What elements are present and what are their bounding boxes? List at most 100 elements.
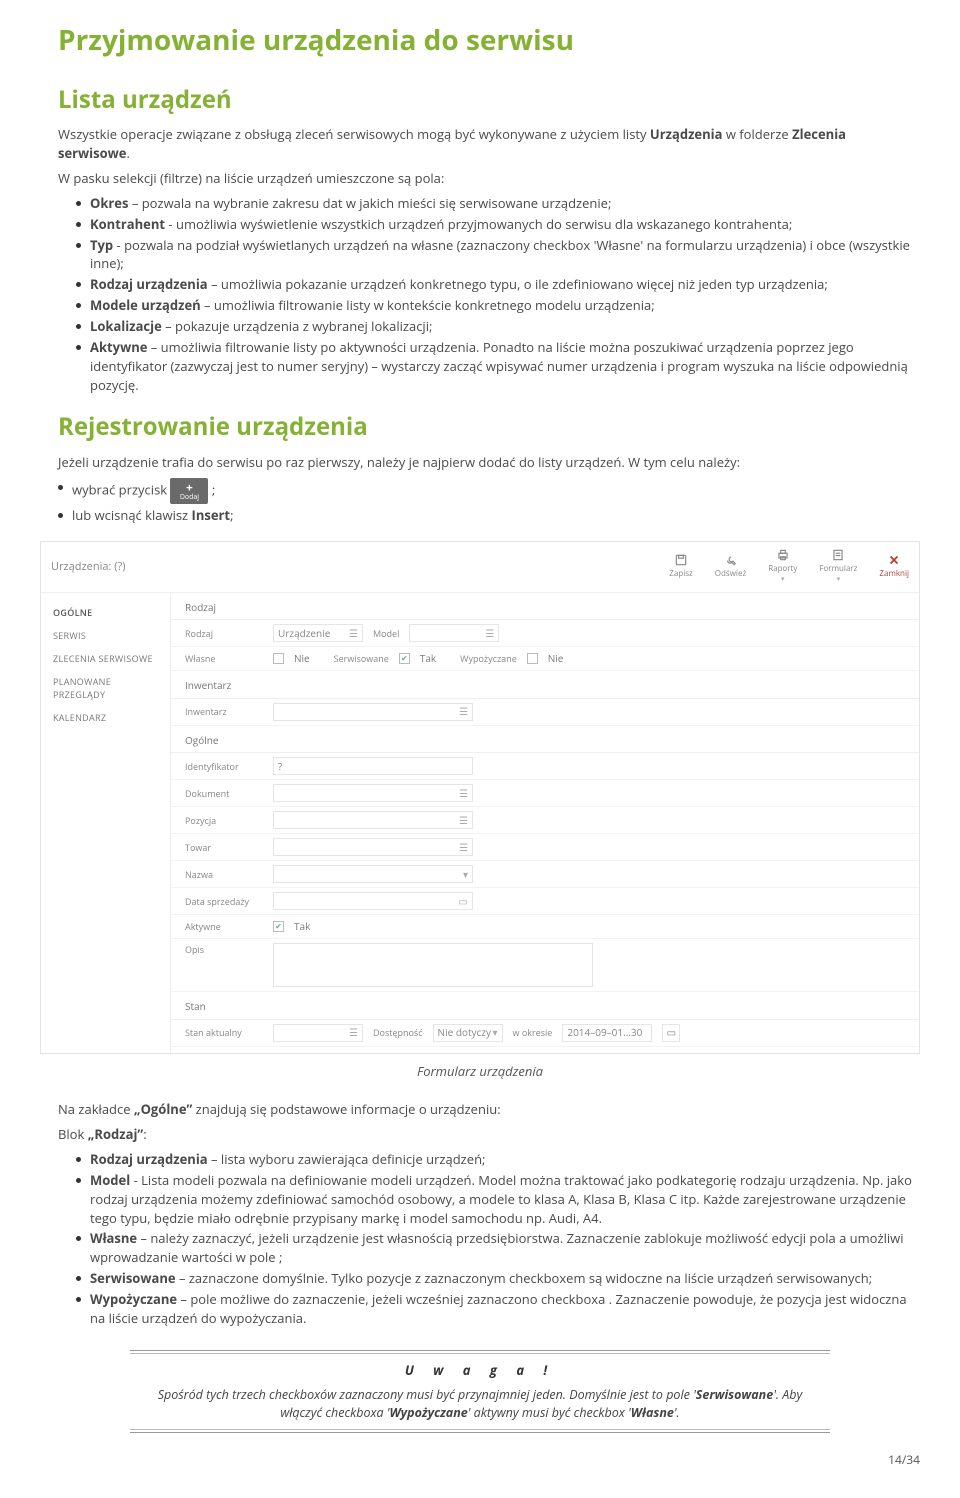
section3-list: Rodzaj urządzenia – lista wyboru zawiera…	[58, 1150, 920, 1328]
list-item: Serwisowane – zaznaczone domyślnie. Tylk…	[76, 1269, 920, 1288]
warning-title: U w a g a !	[130, 1361, 830, 1380]
list-item: Modele urządzeń – umożliwia filtrowanie …	[76, 296, 920, 315]
group-stan-title: Stan	[171, 992, 919, 1020]
label-dokument: Dokument	[185, 787, 263, 800]
sidebar-item-przeglady[interactable]: PLANOWANE PRZEGLĄDY	[41, 670, 170, 706]
list-item: Aktywne – umożliwia filtrowanie listy po…	[76, 338, 920, 395]
section2-list: wybrać przycisk + Dodaj ; lub wcisnąć kl…	[40, 478, 920, 525]
serwisowane-checkbox[interactable]: ✔	[399, 653, 410, 664]
lists-button[interactable]: Formularz ▾	[819, 548, 857, 586]
model-input[interactable]: ☰	[409, 624, 499, 642]
close-icon	[886, 553, 902, 567]
section2-lead: Jeżeli urządzenie trafia do serwisu po r…	[58, 453, 920, 472]
group-inwentarz-title: Inwentarz	[171, 671, 919, 699]
chevron-down-icon: ▾	[493, 1025, 498, 1040]
label-wlasne: Własne	[185, 652, 263, 665]
section1-list: Okres – pozwala na wybranie zakresu dat …	[58, 194, 920, 394]
towar-input[interactable]: ☰	[273, 838, 473, 856]
sidebar-item-zlecenia[interactable]: ZLECENIA SERWISOWE	[41, 647, 170, 670]
pozycja-input[interactable]: ☰	[273, 811, 473, 829]
data-input[interactable]: ▭	[273, 892, 473, 910]
plus-icon: +	[186, 482, 193, 494]
section1-intro: Wszystkie operacje związane z obsługą zl…	[58, 125, 920, 163]
chevron-down-icon: ▾	[781, 575, 785, 585]
list-item: lub wcisnąć klawisz Insert;	[58, 506, 920, 525]
list-item: Model - Lista modeli pozwala na definiow…	[76, 1171, 920, 1228]
section-rejestr-title: Rejestrowanie urządzenia	[58, 410, 920, 445]
page-title: Przyjmowanie urządzenia do serwisu	[58, 20, 920, 61]
dokument-input[interactable]: ☰	[273, 784, 473, 802]
close-button[interactable]: Zamknij	[879, 553, 909, 580]
sidebar-item-ogolne[interactable]: OGÓLNE	[41, 601, 170, 624]
label-okres: w okresie	[513, 1026, 553, 1039]
label-opis: Opis	[185, 943, 263, 956]
form-icon	[830, 548, 846, 562]
section-lista-title: Lista urządzeń	[58, 83, 920, 118]
chevron-down-icon: ▾	[837, 575, 841, 585]
chevron-down-icon: ▾	[463, 867, 468, 882]
sidebar-item-kalendarz[interactable]: KALENDARZ	[41, 706, 170, 729]
form-caption: Formularz urządzenia	[40, 1062, 920, 1081]
aktywne-checkbox[interactable]: ✔	[273, 921, 284, 932]
list-icon: ☰	[485, 626, 494, 641]
list-item: Lokalizacje – pokazuje urządzenia z wybr…	[76, 317, 920, 336]
opis-textarea[interactable]	[273, 943, 593, 987]
warning-body: Spośród tych trzech checkboxów zaznaczon…	[130, 1386, 830, 1422]
label-data-sprz: Data sprzedaży	[185, 895, 263, 908]
dostepnosc-select[interactable]: Nie dotyczy▾	[433, 1024, 503, 1042]
form-sidebar: OGÓLNE SERWIS ZLECENIA SERWISOWE PLANOWA…	[41, 593, 171, 1053]
label-wypozyczane: Wypożyczane	[460, 652, 517, 665]
form-main: Rodzaj Rodzaj Urządzenie☰ Model ☰ Własne…	[171, 593, 919, 1053]
ident-input[interactable]: ?	[273, 757, 473, 775]
section1-lead2: W pasku selekcji (filtrze) na liście urz…	[58, 169, 920, 188]
label-pozycja: Pozycja	[185, 814, 263, 827]
form-toolbar: Zapisz Odśwież Raporty ▾ Formularz ▾ Zam…	[669, 548, 909, 586]
label-stan: Stan aktualny	[185, 1026, 263, 1039]
add-button[interactable]: + Dodaj	[170, 478, 208, 504]
nazwa-input[interactable]: ▾	[273, 865, 473, 883]
label-ident: Identyfikator	[185, 760, 263, 773]
group-ogolne-title: Ogólne	[171, 726, 919, 754]
wrench-icon	[722, 553, 738, 567]
section3-lead2: Blok „Rodzaj”:	[58, 1125, 920, 1144]
stan-input[interactable]: ☰	[273, 1024, 363, 1042]
label-serwisowane: Serwisowane	[334, 652, 389, 665]
wlasne-checkbox[interactable]	[273, 653, 284, 664]
section3-lead: Na zakładce „Ogólne” znajdują się podsta…	[58, 1100, 920, 1119]
reports-button[interactable]: Raporty ▾	[768, 548, 797, 586]
list-item: Okres – pozwala na wybranie zakresu dat …	[76, 194, 920, 213]
form-header: Urządzenia: (?) Zapisz Odśwież Raporty ▾…	[41, 542, 919, 593]
label-towar: Towar	[185, 841, 263, 854]
list-item: Rodzaj urządzenia – lista wyboru zawiera…	[76, 1150, 920, 1169]
printer-icon	[775, 548, 791, 562]
list-item: wybrać przycisk + Dodaj ;	[58, 478, 920, 504]
list-item: Własne – należy zaznaczyć, jeżeli urządz…	[76, 1229, 920, 1267]
sidebar-item-serwis[interactable]: SERWIS	[41, 624, 170, 647]
device-form: Urządzenia: (?) Zapisz Odśwież Raporty ▾…	[40, 541, 920, 1054]
inwentarz-input[interactable]: ☰	[273, 703, 473, 721]
list-icon: ☰	[459, 813, 468, 828]
group-rodzaj-title: Rodzaj	[171, 593, 919, 621]
rodzaj-input[interactable]: Urządzenie☰	[273, 624, 363, 642]
label-model: Model	[373, 627, 399, 640]
okres-date[interactable]: 2014–09–01…30	[562, 1024, 652, 1042]
list-icon: ☰	[349, 626, 358, 641]
list-icon: ☰	[459, 786, 468, 801]
list-item: Typ - pozwala na podział wyświetlanych u…	[76, 236, 920, 274]
form-header-title: Urządzenia: (?)	[51, 559, 125, 575]
calendar-icon: ▭	[459, 894, 468, 909]
label-inwentarz: Inwentarz	[185, 705, 263, 718]
wypozyczane-checkbox[interactable]	[527, 653, 538, 664]
save-button[interactable]: Zapisz	[669, 553, 693, 580]
list-item: Kontrahent - umożliwia wyświetlenie wszy…	[76, 215, 920, 234]
list-item: Rodzaj urządzenia – umożliwia pokazanie …	[76, 275, 920, 294]
list-icon: ☰	[349, 1025, 358, 1040]
calendar-icon: ▭	[662, 1024, 680, 1042]
label-dostepnosc: Dostępność	[373, 1026, 423, 1039]
refresh-button[interactable]: Odśwież	[715, 553, 746, 580]
list-icon: ☰	[459, 840, 468, 855]
page-number: 14/34	[40, 1451, 920, 1468]
label-rodzaj: Rodzaj	[185, 627, 263, 640]
save-icon	[673, 553, 689, 567]
warning-box: U w a g a ! Spośród tych trzech checkbox…	[130, 1350, 830, 1433]
